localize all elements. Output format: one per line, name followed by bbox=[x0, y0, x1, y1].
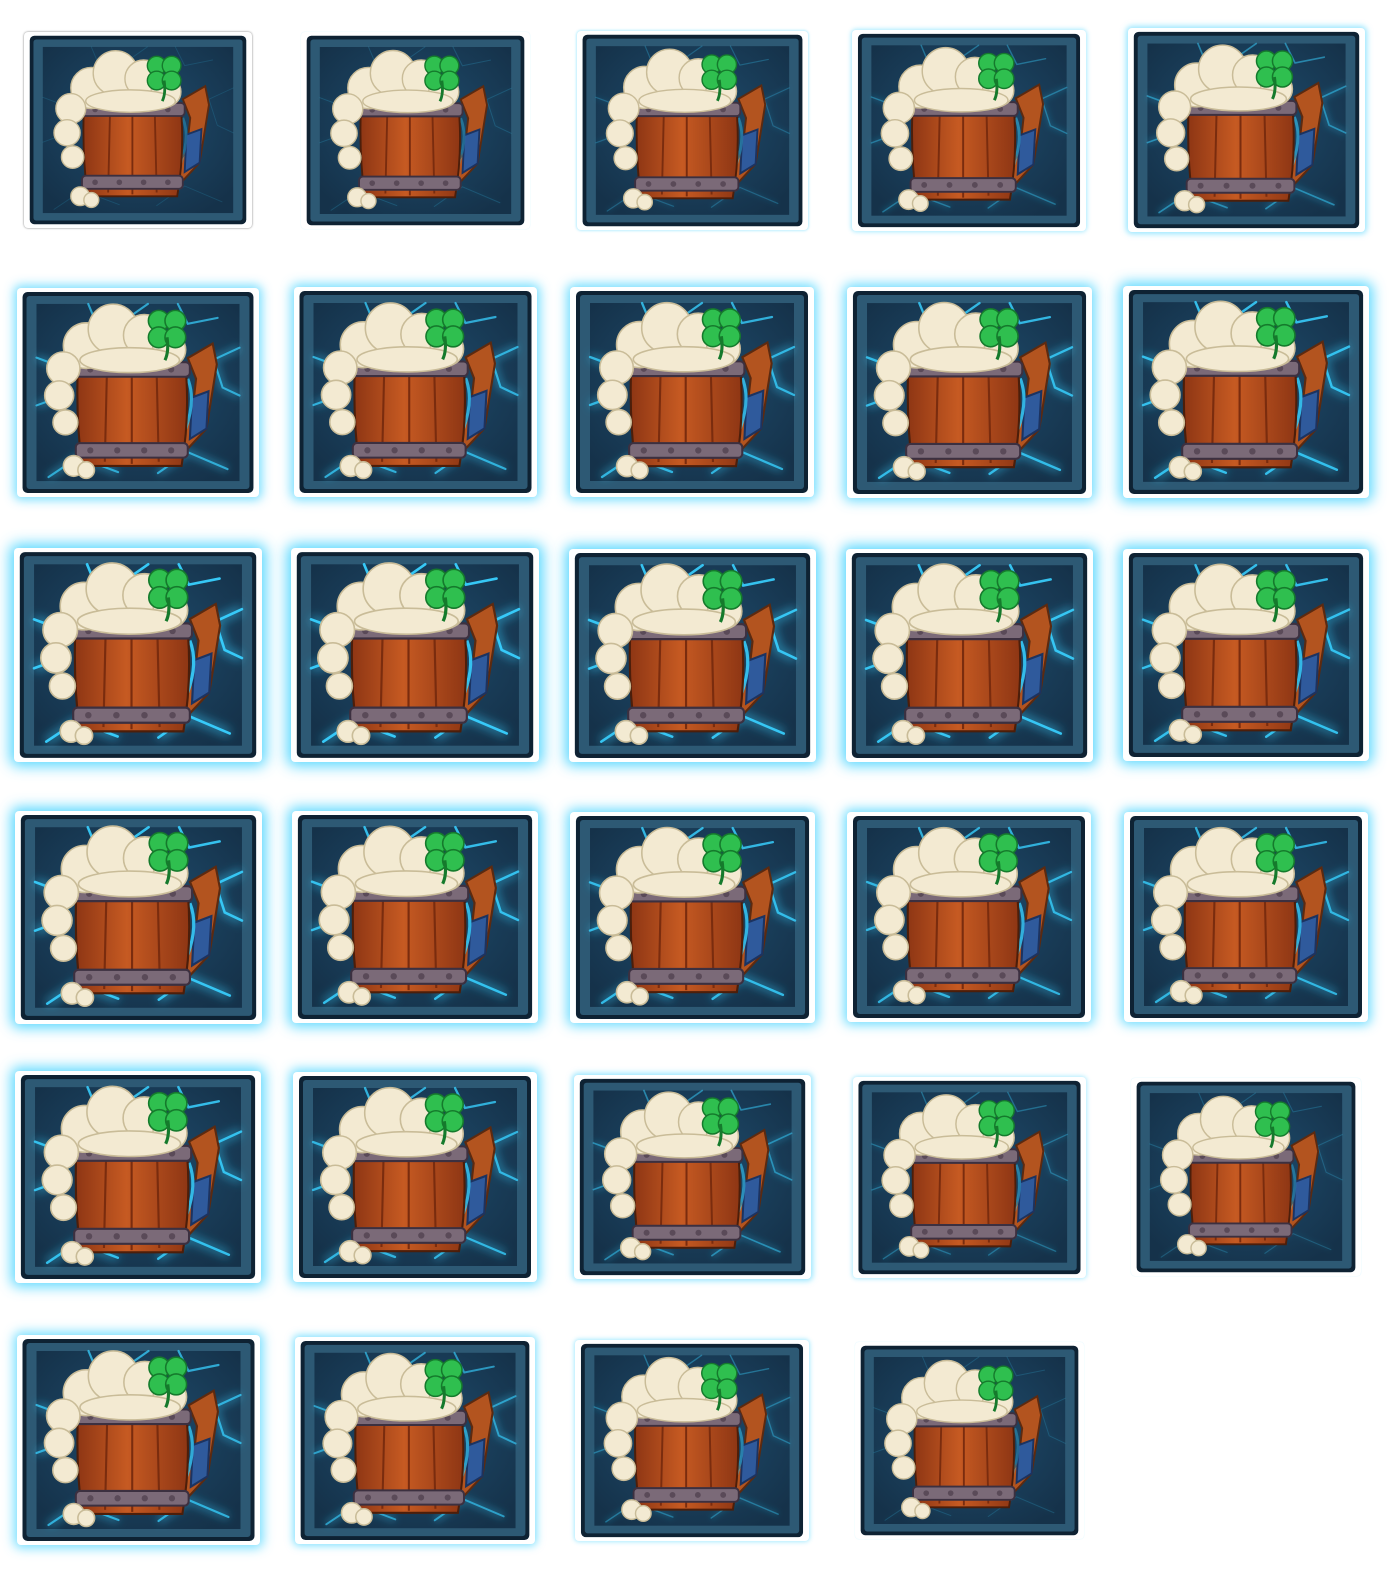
animation-frame bbox=[846, 549, 1093, 762]
beer-mug-symbol-art bbox=[1130, 816, 1362, 1018]
beer-mug-symbol-art bbox=[299, 291, 531, 493]
beer-mug-symbol-art bbox=[22, 291, 254, 493]
beer-mug-symbol-art bbox=[306, 35, 524, 225]
beer-mug-symbol-art bbox=[851, 552, 1087, 758]
animation-frame bbox=[847, 812, 1091, 1022]
animation-frame bbox=[293, 1072, 537, 1282]
beer-mug-symbol-art bbox=[860, 1345, 1078, 1535]
animation-frame bbox=[577, 31, 808, 230]
animation-frame bbox=[17, 1335, 260, 1545]
beer-mug-symbol-art bbox=[582, 34, 802, 226]
animation-frame bbox=[14, 548, 262, 762]
animation-frame bbox=[295, 1337, 535, 1544]
animation-frame bbox=[1123, 286, 1369, 498]
animation-frame bbox=[855, 1342, 1084, 1539]
beer-mug-symbol-art bbox=[1128, 553, 1364, 757]
animation-frame bbox=[1128, 28, 1365, 232]
animation-frame bbox=[1131, 1078, 1361, 1276]
beer-mug-symbol-art bbox=[580, 1343, 804, 1537]
beer-mug-symbol-art bbox=[857, 1080, 1081, 1274]
beer-mug-symbol-art bbox=[296, 552, 534, 758]
animation-frame bbox=[17, 288, 259, 497]
animation-frame bbox=[847, 287, 1092, 498]
beer-mug-symbol-art bbox=[575, 815, 809, 1019]
animation-frame bbox=[291, 548, 539, 762]
beer-mug-symbol-art bbox=[857, 33, 1081, 227]
animation-frame bbox=[15, 811, 262, 1024]
beer-mug-symbol-art bbox=[300, 1340, 530, 1540]
beer-mug-symbol-art bbox=[22, 1339, 254, 1541]
animation-frame bbox=[575, 1340, 809, 1541]
animation-frame bbox=[570, 812, 815, 1023]
beer-mug-symbol-art bbox=[579, 1078, 805, 1276]
animation-frame bbox=[574, 1075, 811, 1279]
animation-frame bbox=[24, 32, 252, 228]
animation-frame bbox=[570, 287, 814, 497]
beer-mug-symbol-art bbox=[1136, 1081, 1356, 1273]
beer-mug-symbol-art bbox=[20, 1075, 256, 1279]
beer-mug-symbol-art bbox=[20, 814, 256, 1020]
animation-frame bbox=[292, 811, 538, 1023]
animation-frame bbox=[853, 1077, 1086, 1278]
beer-mug-symbol-art bbox=[29, 35, 247, 225]
beer-mug-symbol-art bbox=[1128, 290, 1364, 494]
animation-frame bbox=[852, 30, 1086, 231]
beer-mug-symbol-art bbox=[297, 815, 533, 1019]
animation-frame bbox=[1123, 549, 1369, 761]
beer-mug-symbol-art bbox=[19, 552, 257, 758]
beer-mug-symbol-art bbox=[299, 1076, 531, 1278]
beer-mug-symbol-art bbox=[574, 552, 810, 758]
animation-frame bbox=[15, 1071, 261, 1283]
beer-mug-symbol-art bbox=[1133, 31, 1359, 229]
beer-mug-symbol-art bbox=[853, 816, 1085, 1018]
animation-frame bbox=[1124, 812, 1368, 1022]
beer-mug-symbol-art bbox=[852, 290, 1086, 494]
animation-frame bbox=[569, 549, 816, 762]
beer-mug-symbol-art bbox=[576, 291, 808, 493]
animation-frame bbox=[294, 287, 537, 497]
animation-frame bbox=[301, 32, 530, 229]
